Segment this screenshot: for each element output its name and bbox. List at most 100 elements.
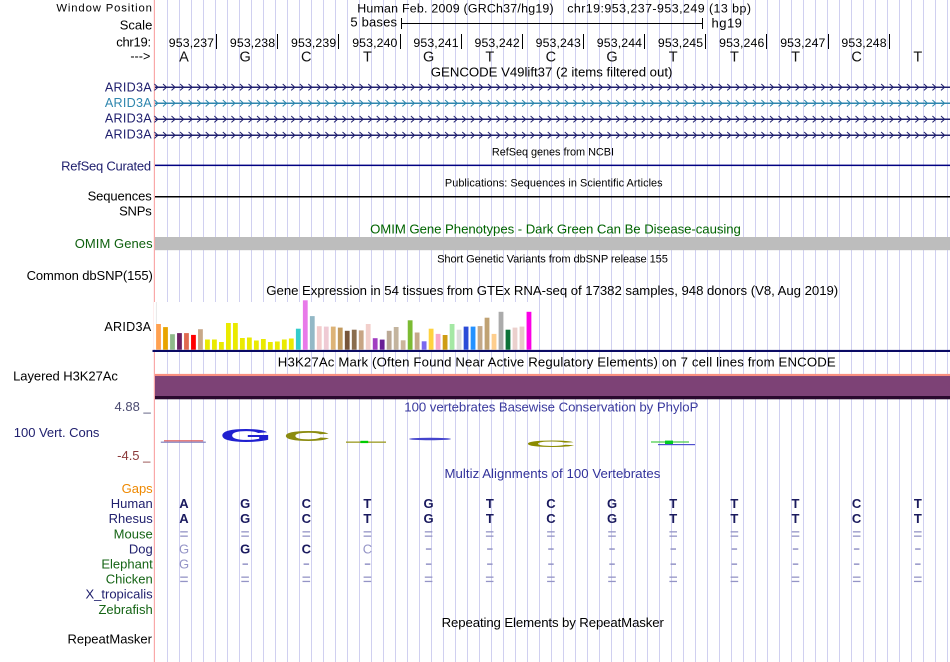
svg-text:5 bases: 5 bases (350, 15, 397, 30)
svg-text:T: T (363, 511, 371, 526)
svg-text:C: C (852, 511, 862, 526)
svg-text:hg19: hg19 (712, 16, 742, 31)
svg-text:Human: Human (111, 496, 153, 511)
svg-text:C: C (546, 496, 556, 511)
svg-text:C: C (283, 428, 331, 444)
svg-text:T: T (730, 49, 739, 65)
svg-text:Gaps: Gaps (122, 481, 154, 496)
svg-text:G: G (607, 511, 617, 526)
svg-text:RepeatMasker: RepeatMasker (67, 632, 152, 647)
svg-text:G: G (220, 426, 273, 447)
svg-text:T: T (669, 496, 677, 511)
svg-text:T: T (363, 49, 372, 65)
svg-text:Chicken: Chicken (106, 572, 153, 587)
svg-text:G: G (423, 49, 434, 65)
svg-text:T: T (669, 49, 678, 65)
svg-text:4.88 _: 4.88 _ (115, 399, 152, 414)
svg-text:OMIM Genes: OMIM Genes (75, 236, 153, 251)
svg-text:953,241: 953,241 (413, 36, 458, 50)
svg-text:953,246: 953,246 (719, 36, 764, 50)
svg-text:T: T (485, 49, 494, 65)
svg-text:Layered H3K27Ac: Layered H3K27Ac (13, 368, 118, 383)
svg-text:G: G (607, 496, 617, 511)
svg-text:--->: ---> (130, 50, 150, 64)
svg-text:T: T (730, 511, 738, 526)
svg-text:953,247: 953,247 (780, 36, 825, 50)
svg-text:T: T (914, 496, 922, 511)
svg-text:953,242: 953,242 (475, 36, 520, 50)
svg-text:OMIM Gene Phenotypes - Dark Gr: OMIM Gene Phenotypes - Dark Green Can Be… (370, 222, 741, 237)
svg-text:chr19:953,237-953,249 (13 bp): chr19:953,237-953,249 (13 bp) (567, 1, 751, 15)
svg-text:A: A (179, 496, 189, 511)
svg-text:C: C (301, 49, 311, 65)
svg-text:953,240: 953,240 (352, 36, 397, 50)
svg-text:X_tropicalis: X_tropicalis (85, 587, 153, 602)
svg-text:Sequences: Sequences (88, 189, 153, 204)
svg-text:953,239: 953,239 (291, 36, 336, 50)
svg-text:Window Position: Window Position (56, 3, 152, 15)
svg-text:953,244: 953,244 (597, 36, 642, 50)
svg-text:G: G (179, 541, 189, 556)
svg-text:100 vertebrates Basewise Conse: 100 vertebrates Basewise Conservation by… (404, 399, 698, 414)
svg-text:A: A (179, 49, 189, 65)
svg-text:C: C (302, 541, 312, 556)
svg-text:GENCODE V49lift37 (2 items fil: GENCODE V49lift37 (2 items filtered out) (431, 64, 673, 79)
svg-text:T: T (913, 49, 922, 65)
svg-text:C: C (546, 511, 556, 526)
svg-text:Gene Expression in 54 tissues: Gene Expression in 54 tissues from GTEx … (266, 283, 838, 298)
svg-text:G: G (240, 49, 251, 65)
svg-text:A: A (179, 511, 189, 526)
svg-text:C: C (363, 541, 372, 556)
svg-text:Zebrafish: Zebrafish (98, 602, 152, 617)
svg-text:SNPs: SNPs (119, 203, 152, 218)
svg-text:G: G (240, 511, 250, 526)
svg-text:953,238: 953,238 (230, 36, 275, 50)
svg-text:953,243: 953,243 (536, 36, 581, 50)
svg-text:C: C (852, 496, 862, 511)
svg-text:T: T (730, 496, 738, 511)
svg-text:Publications: Sequences in Sci: Publications: Sequences in Scientific Ar… (445, 177, 663, 189)
svg-text:Common dbSNP(155): Common dbSNP(155) (27, 268, 153, 283)
svg-text:G: G (606, 49, 617, 65)
svg-text:Short Genetic Variants from db: Short Genetic Variants from dbSNP releas… (437, 253, 668, 265)
svg-text:Mouse: Mouse (114, 526, 153, 541)
svg-text:T: T (792, 511, 800, 526)
svg-text:T: T (363, 496, 371, 511)
svg-text:C: C (302, 511, 312, 526)
svg-text:chr19:: chr19: (116, 34, 151, 49)
svg-text:RefSeq Curated: RefSeq Curated (61, 159, 151, 174)
svg-text:C: C (851, 49, 861, 65)
svg-text:T: T (669, 511, 677, 526)
svg-text:ARID3A: ARID3A (105, 80, 152, 94)
svg-text:Human Feb. 2009 (GRCh37/hg19): Human Feb. 2009 (GRCh37/hg19) (357, 1, 554, 15)
svg-text:953,237: 953,237 (169, 36, 214, 50)
svg-text:Multiz Alignments of 100 Verte: Multiz Alignments of 100 Vertebrates (445, 466, 661, 481)
svg-text:T: T (914, 511, 922, 526)
svg-text:953,248: 953,248 (841, 36, 886, 50)
svg-text:C: C (302, 496, 312, 511)
svg-text:100 Vert. Cons: 100 Vert. Cons (14, 425, 100, 440)
svg-text:T: T (791, 49, 800, 65)
svg-text:G: G (179, 557, 189, 572)
svg-text:ARID3A: ARID3A (105, 127, 152, 141)
svg-text:G: G (240, 496, 250, 511)
svg-text:T: T (486, 511, 494, 526)
svg-text:H3K27Ac Mark (Often Found Near: H3K27Ac Mark (Often Found Near Active Re… (278, 354, 836, 369)
svg-text:RefSeq genes from NCBI: RefSeq genes from NCBI (492, 146, 614, 158)
svg-text:ARID3A: ARID3A (104, 320, 151, 334)
svg-text:C: C (525, 439, 576, 449)
svg-text:ARID3A: ARID3A (105, 112, 152, 126)
svg-text:Repeating Elements by RepeatMa: Repeating Elements by RepeatMasker (442, 615, 665, 630)
svg-text:Dog: Dog (129, 541, 153, 556)
svg-text:Rhesus: Rhesus (109, 511, 154, 526)
svg-text:T: T (792, 496, 800, 511)
svg-text:ARID3A: ARID3A (105, 96, 152, 110)
svg-text:G: G (240, 541, 250, 556)
svg-text:T: T (486, 496, 494, 511)
svg-text:C: C (546, 49, 556, 65)
svg-text:Scale: Scale (120, 18, 153, 33)
svg-text:G: G (424, 496, 434, 511)
svg-text:953,245: 953,245 (658, 36, 703, 50)
svg-text:-4.5 _: -4.5 _ (117, 448, 151, 463)
svg-text:Elephant: Elephant (101, 557, 153, 572)
